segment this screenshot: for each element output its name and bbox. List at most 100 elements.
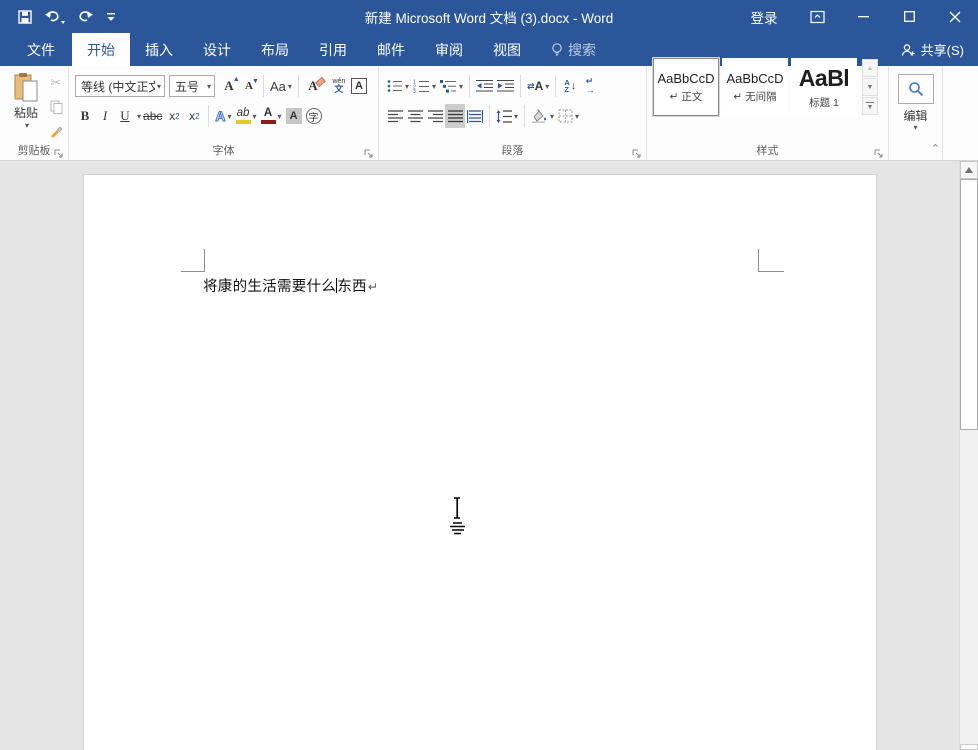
- svg-text:3: 3: [413, 89, 416, 93]
- paragraph-group-label: 段落: [501, 145, 524, 157]
- group-clipboard: 粘贴 ▾ ✂ 剪贴板: [0, 66, 69, 160]
- save-button[interactable]: [18, 9, 32, 24]
- bold-button[interactable]: B: [75, 104, 95, 128]
- share-button[interactable]: 共享(S): [901, 33, 978, 66]
- minimize-button[interactable]: [840, 0, 886, 33]
- scroll-up-button[interactable]: [960, 161, 978, 179]
- maximize-icon: [903, 11, 915, 22]
- distribute-button[interactable]: [465, 104, 485, 128]
- strikethrough-button[interactable]: abc: [141, 104, 164, 128]
- font-name-value: 等线 (中文正文: [81, 79, 155, 94]
- cut-button[interactable]: ✂: [46, 74, 66, 92]
- undo-icon: [45, 10, 65, 24]
- multilevel-list-button[interactable]: ▾: [438, 74, 465, 98]
- bullets-icon: [387, 80, 402, 92]
- shading-button[interactable]: ▾: [529, 104, 556, 128]
- style-card-normal[interactable]: AaBbCcD ↵ 正文: [653, 58, 719, 116]
- undo-button[interactable]: [44, 10, 66, 24]
- enclose-characters-button[interactable]: 字: [304, 104, 324, 128]
- tab-tell-me-search[interactable]: 搜索: [536, 33, 611, 66]
- subscript-button[interactable]: x2: [164, 104, 184, 128]
- styles-dialog-launcher[interactable]: [874, 146, 884, 158]
- tab-view[interactable]: 视图: [478, 33, 536, 66]
- align-center-button[interactable]: [405, 104, 425, 128]
- clipboard-dialog-launcher[interactable]: [54, 146, 64, 158]
- highlight-color-button[interactable]: ab ▾: [234, 104, 259, 128]
- bullets-button[interactable]: ▾: [385, 74, 411, 98]
- line-spacing-button[interactable]: ▾: [494, 104, 520, 128]
- increase-indent-button[interactable]: [495, 74, 516, 98]
- font-color-swatch: [260, 120, 276, 125]
- change-case-button[interactable]: Aa ▾: [268, 74, 294, 98]
- decrease-indent-icon: [476, 80, 494, 92]
- paste-dropdown-arrow[interactable]: ▾: [25, 121, 29, 130]
- text-effects-button[interactable]: A ▾: [213, 104, 233, 128]
- editing-group-button-label[interactable]: 编辑: [889, 107, 942, 124]
- align-left-button[interactable]: [385, 104, 405, 128]
- vertical-scrollbar: [959, 161, 978, 750]
- document-text-line[interactable]: 将康的生活需要什么东西↵: [203, 275, 378, 296]
- share-person-icon: [901, 43, 915, 56]
- numbering-icon: 123: [413, 80, 430, 93]
- font-color-button[interactable]: A ▾: [259, 104, 284, 128]
- styles-scroll-down-button[interactable]: ▼: [862, 78, 878, 96]
- align-right-icon: [427, 109, 443, 122]
- ribbon-display-options-button[interactable]: [794, 0, 840, 33]
- numbering-button[interactable]: 1 2 3 ▾: [411, 74, 438, 98]
- align-left-icon: [387, 109, 403, 122]
- style-card-heading1[interactable]: AaBl 标题 1: [791, 58, 857, 116]
- tab-design[interactable]: 设计: [188, 33, 246, 66]
- redo-button[interactable]: [78, 10, 94, 24]
- grow-font-button[interactable]: A ▲: [219, 74, 239, 98]
- find-button[interactable]: [898, 74, 934, 104]
- sort-button[interactable]: A Z ↓: [560, 74, 580, 98]
- tab-file[interactable]: 文件: [10, 33, 72, 66]
- shrink-font-button[interactable]: A ▼: [239, 74, 259, 98]
- scrollbar-thumb[interactable]: [960, 179, 978, 430]
- underline-button[interactable]: U: [115, 104, 135, 128]
- customize-qat-button[interactable]: [106, 11, 116, 23]
- format-painter-button[interactable]: [46, 122, 66, 140]
- share-label: 共享(S): [920, 43, 964, 58]
- clear-formatting-button[interactable]: A: [303, 74, 326, 98]
- styles-scroll-up-button[interactable]: ▲: [862, 59, 878, 77]
- phonetic-guide-button[interactable]: wén 文: [329, 74, 349, 98]
- close-button[interactable]: [932, 0, 978, 33]
- tab-layout[interactable]: 布局: [246, 33, 304, 66]
- character-shading-button[interactable]: A: [284, 104, 304, 128]
- word-window: 新建 Microsoft Word 文档 (3).docx - Word 登录: [0, 0, 978, 750]
- font-dialog-launcher[interactable]: [364, 146, 374, 158]
- paste-button[interactable]: 粘贴 ▾: [5, 72, 47, 140]
- distribute-icon: [467, 109, 483, 123]
- decrease-indent-button[interactable]: [474, 74, 495, 98]
- font-name-combo[interactable]: 等线 (中文正文 ▾: [75, 75, 165, 97]
- style-card-no-spacing[interactable]: AaBbCcD ↵ 无间隔: [722, 58, 788, 116]
- copy-button[interactable]: [46, 98, 66, 116]
- asian-layout-button[interactable]: ⇄ A ▾: [525, 74, 551, 98]
- text-before-caret: 将康的生活需要什么: [203, 279, 337, 295]
- justify-button[interactable]: [445, 104, 465, 128]
- paragraph-dialog-launcher[interactable]: [632, 146, 642, 158]
- scrollbar-bottom-button[interactable]: [960, 744, 978, 750]
- tab-references[interactable]: 引用: [304, 33, 362, 66]
- character-border-button[interactable]: A: [349, 74, 369, 98]
- collapse-ribbon-button[interactable]: ⌃: [931, 142, 940, 155]
- tab-home[interactable]: 开始: [72, 33, 130, 66]
- maximize-button[interactable]: [886, 0, 932, 33]
- highlight-color-swatch: [235, 120, 251, 125]
- superscript-button[interactable]: x2: [184, 104, 204, 128]
- borders-button[interactable]: ▾: [556, 104, 581, 128]
- tab-insert[interactable]: 插入: [130, 33, 188, 66]
- sign-in-button[interactable]: 登录: [734, 0, 794, 33]
- italic-button[interactable]: I: [95, 104, 115, 128]
- tab-review[interactable]: 审阅: [420, 33, 478, 66]
- group-styles: AaBbCcD ↵ 正文 AaBbCcD ↵ 无间隔 AaBl 标题 1 ▲ ▼…: [647, 58, 889, 160]
- editing-dropdown-arrow[interactable]: ▾: [889, 123, 942, 132]
- font-size-combo[interactable]: 五号 ▾: [169, 75, 215, 97]
- align-right-button[interactable]: [425, 104, 445, 128]
- multilevel-list-icon: [440, 80, 457, 93]
- shading-bucket-icon: [532, 109, 547, 123]
- tab-mailings[interactable]: 邮件: [362, 33, 420, 66]
- styles-gallery-more-button[interactable]: ▼: [862, 97, 878, 115]
- show-hide-marks-button[interactable]: ↵ →: [580, 74, 600, 98]
